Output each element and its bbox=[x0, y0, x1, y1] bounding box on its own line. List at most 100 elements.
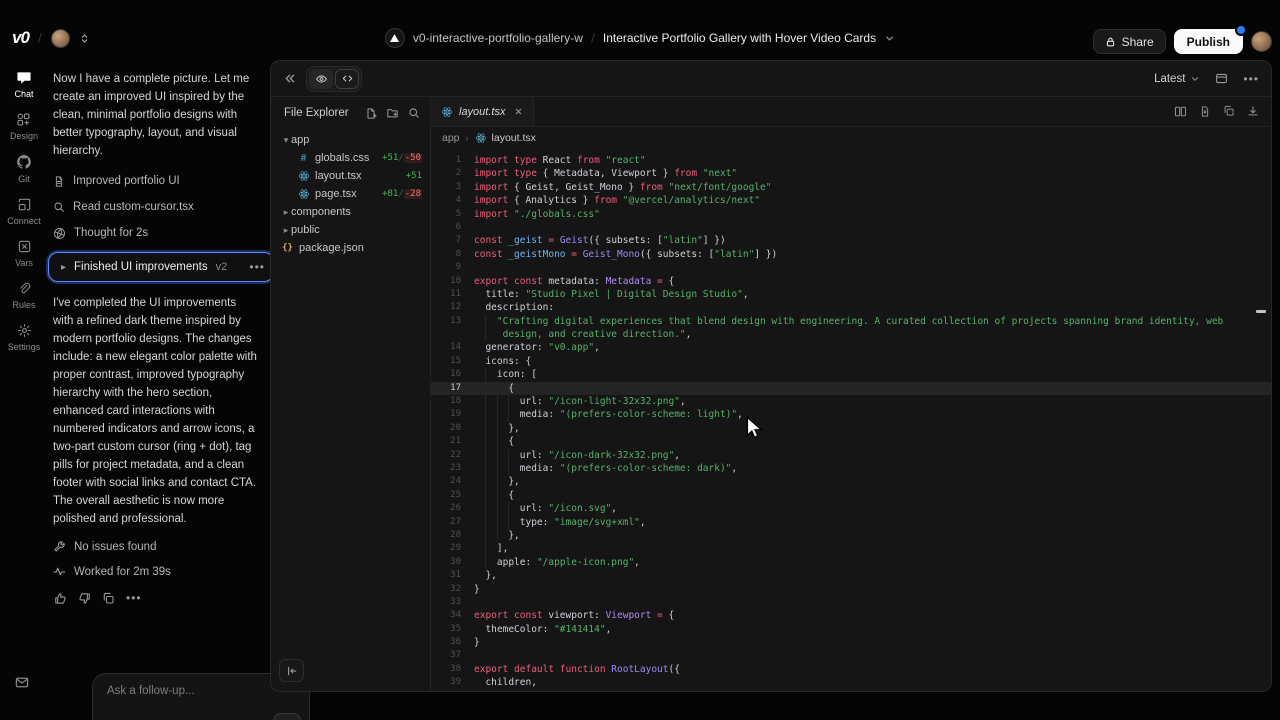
sidebar-item-settings[interactable]: Settings bbox=[8, 323, 41, 352]
code-line[interactable]: 38export default function RootLayout({ bbox=[431, 663, 1271, 676]
code-line[interactable]: 17 { bbox=[431, 382, 1271, 395]
code-line[interactable]: 4import { Analytics } from "@vercel/anal… bbox=[431, 194, 1271, 207]
scrollbar-thumb[interactable] bbox=[1256, 310, 1266, 313]
sidebar-item-rules[interactable]: Rules bbox=[12, 281, 35, 310]
new-folder-icon[interactable] bbox=[386, 107, 399, 120]
tree-folder-public[interactable]: ▸public bbox=[271, 221, 430, 239]
code-line[interactable]: 8const _geistMono = Geist_Mono({ subsets… bbox=[431, 248, 1271, 261]
code-line[interactable]: 20 }, bbox=[431, 422, 1271, 435]
feedback-mail-icon[interactable] bbox=[14, 675, 30, 690]
code-line[interactable]: 18 url: "/icon-light-32x32.png", bbox=[431, 395, 1271, 408]
tree-file-page.tsx[interactable]: page.tsx+81/-28 bbox=[271, 185, 430, 203]
more-options-icon[interactable]: ••• bbox=[1243, 72, 1259, 86]
tree-folder-components[interactable]: ▸components bbox=[271, 203, 430, 221]
close-tab-icon[interactable] bbox=[514, 107, 523, 116]
sidebar-item-git[interactable]: Git bbox=[16, 154, 32, 184]
css-file-icon: # bbox=[297, 153, 310, 164]
project-name[interactable]: v0-interactive-portfolio-gallery-w bbox=[413, 31, 583, 45]
code-line[interactable]: 24 }, bbox=[431, 475, 1271, 488]
code-line[interactable]: 28 }, bbox=[431, 529, 1271, 542]
search-icon[interactable] bbox=[408, 107, 420, 120]
tree-file-package.json[interactable]: {}package.json bbox=[271, 239, 430, 257]
publish-button[interactable]: Publish bbox=[1174, 29, 1243, 54]
task-row[interactable]: Improved portfolio UI bbox=[53, 168, 270, 194]
code-editor[interactable]: 1import type React from "react"2import t… bbox=[431, 149, 1271, 691]
code-line[interactable]: 1import type React from "react" bbox=[431, 154, 1271, 167]
code-line[interactable]: 40}: Readonly<{ bbox=[431, 690, 1271, 691]
preview-eye-icon[interactable] bbox=[309, 69, 333, 89]
code-line[interactable]: 10export const metadata: Metadata = { bbox=[431, 275, 1271, 288]
code-line[interactable]: 25 { bbox=[431, 489, 1271, 502]
chevron-down-icon[interactable] bbox=[884, 33, 895, 44]
file-name: layout.tsx bbox=[315, 170, 361, 182]
code-line[interactable]: 29 ], bbox=[431, 542, 1271, 555]
share-button[interactable]: Share bbox=[1093, 29, 1166, 54]
browser-window-icon[interactable] bbox=[1214, 72, 1229, 85]
tree-folder-app[interactable]: ▾app bbox=[271, 131, 430, 149]
sidebar-item-connect[interactable]: Connect bbox=[7, 197, 41, 226]
task-row[interactable]: Read custom-cursor.tsx bbox=[53, 194, 270, 220]
code-line[interactable]: 7const _geist = Geist({ subsets: ["latin… bbox=[431, 234, 1271, 247]
download-icon[interactable] bbox=[1247, 105, 1259, 118]
code-line[interactable]: 39 children, bbox=[431, 676, 1271, 689]
thumbs-up-icon[interactable] bbox=[54, 592, 67, 605]
code-line[interactable]: 11 title: "Studio Pixel | Digital Design… bbox=[431, 288, 1271, 301]
code-line[interactable]: 16 icon: [ bbox=[431, 368, 1271, 381]
task-label: Thought for 2s bbox=[74, 227, 148, 239]
diff-stats: +51 bbox=[406, 171, 430, 181]
collapse-panel-icon[interactable] bbox=[283, 72, 296, 85]
breadcrumb-file[interactable]: layout.tsx bbox=[475, 132, 536, 144]
code-line[interactable]: 35 themeColor: "#141414", bbox=[431, 623, 1271, 636]
account-avatar[interactable] bbox=[1251, 31, 1272, 52]
code-line[interactable]: 5import "./globals.css" bbox=[431, 208, 1271, 221]
more-actions-icon[interactable]: ••• bbox=[126, 591, 142, 605]
code-line[interactable]: design, and creative direction.", bbox=[431, 328, 1271, 341]
version-card[interactable]: ▸ Finished UI improvements v2 ••• bbox=[48, 252, 274, 282]
code-line[interactable]: 12 description: bbox=[431, 301, 1271, 314]
chat-title[interactable]: Interactive Portfolio Gallery with Hover… bbox=[603, 31, 876, 45]
code-line[interactable]: 19 media: "(prefers-color-scheme: light)… bbox=[431, 408, 1271, 421]
split-editor-icon[interactable] bbox=[1174, 105, 1187, 118]
code-line[interactable]: 36} bbox=[431, 636, 1271, 649]
code-line[interactable]: 23 media: "(prefers-color-scheme: dark)"… bbox=[431, 462, 1271, 475]
code-line[interactable]: 9 bbox=[431, 261, 1271, 274]
code-view-icon[interactable] bbox=[335, 69, 359, 89]
code-line[interactable]: 32} bbox=[431, 583, 1271, 596]
sidebar-item-chat[interactable]: Chat bbox=[14, 70, 33, 99]
code-line[interactable]: 3import { Geist, Geist_Mono } from "next… bbox=[431, 181, 1271, 194]
tab-bar: layout.tsx bbox=[431, 97, 1271, 127]
thumbs-down-icon[interactable] bbox=[78, 592, 91, 605]
code-line[interactable]: 14 generator: "v0.app", bbox=[431, 341, 1271, 354]
code-line[interactable]: 31 }, bbox=[431, 569, 1271, 582]
code-line[interactable]: 30 apple: "/apple-icon.png", bbox=[431, 556, 1271, 569]
tree-file-globals.css[interactable]: #globals.css+51/-50 bbox=[271, 149, 430, 167]
tree-file-layout.tsx[interactable]: layout.tsx +51 bbox=[271, 167, 430, 185]
sidebar-item-design[interactable]: Design bbox=[10, 112, 38, 141]
folder-name: components bbox=[291, 206, 351, 218]
format-file-icon[interactable] bbox=[1199, 105, 1211, 118]
sidebar-item-vars[interactable]: Vars bbox=[15, 239, 33, 268]
code-line[interactable]: 13 "Crafting digital experiences that bl… bbox=[431, 315, 1271, 328]
code-line[interactable]: 26 url: "/icon.svg", bbox=[431, 502, 1271, 515]
code-line[interactable]: 22 url: "/icon-dark-32x32.png", bbox=[431, 449, 1271, 462]
copy-code-icon[interactable] bbox=[1223, 105, 1235, 118]
tab-layout-tsx[interactable]: layout.tsx bbox=[431, 97, 534, 126]
code-line[interactable]: 27 type: "image/svg+xml", bbox=[431, 516, 1271, 529]
vercel-triangle-icon[interactable] bbox=[385, 28, 405, 48]
breadcrumb-folder[interactable]: app bbox=[442, 132, 460, 144]
code-line[interactable]: 6 bbox=[431, 221, 1271, 234]
collapse-sidebar-button[interactable] bbox=[279, 659, 304, 682]
code-line[interactable]: 15 icons: { bbox=[431, 355, 1271, 368]
new-file-icon[interactable] bbox=[365, 107, 377, 120]
code-line[interactable]: 21 { bbox=[431, 435, 1271, 448]
followup-input[interactable] bbox=[105, 684, 289, 698]
version-dropdown[interactable]: Latest bbox=[1154, 73, 1200, 85]
send-button[interactable] bbox=[273, 713, 301, 720]
version-card-more-icon[interactable]: ••• bbox=[249, 260, 265, 274]
code-line[interactable]: 2import type { Metadata, Viewport } from… bbox=[431, 167, 1271, 180]
code-line[interactable]: 34export const viewport: Viewport = { bbox=[431, 609, 1271, 622]
code-line[interactable]: 33 bbox=[431, 596, 1271, 609]
copy-icon[interactable] bbox=[102, 592, 115, 605]
task-row[interactable]: Thought for 2s bbox=[53, 220, 270, 246]
code-line[interactable]: 37 bbox=[431, 649, 1271, 662]
